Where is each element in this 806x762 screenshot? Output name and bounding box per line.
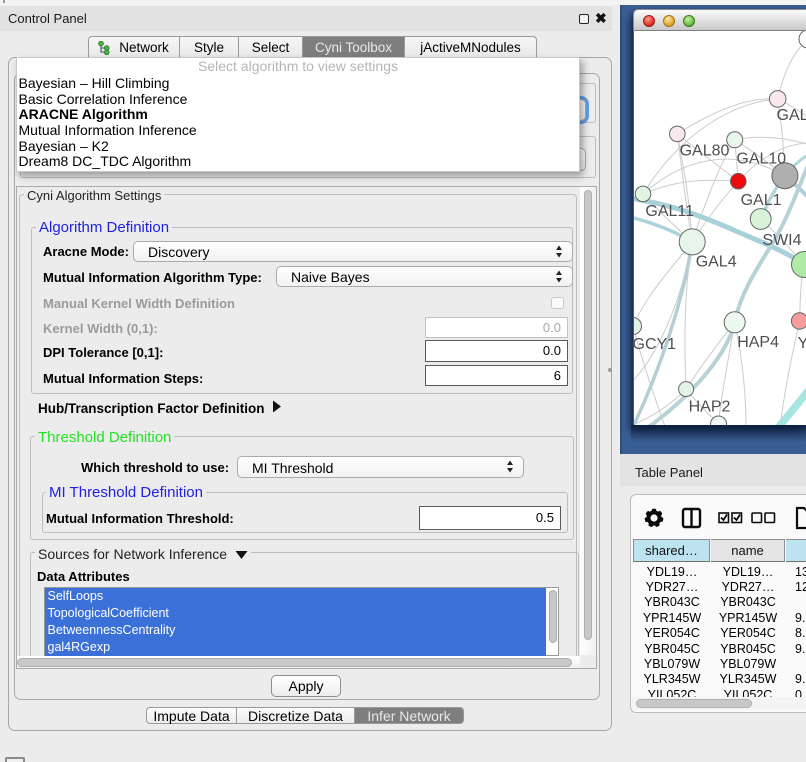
svg-text:GAL10: GAL10 [736, 151, 786, 168]
svg-text:HAP2: HAP2 [689, 398, 731, 415]
svg-text:GAL1: GAL1 [741, 192, 782, 209]
svg-text:HAP4: HAP4 [737, 334, 779, 351]
svg-text:GCY1: GCY1 [634, 336, 676, 353]
svg-text:GAL7: GAL7 [777, 107, 806, 124]
svg-text:GAL11: GAL11 [645, 203, 694, 220]
svg-text:GAL4: GAL4 [696, 254, 737, 271]
svg-text:SWI4: SWI4 [762, 232, 801, 249]
svg-text:GAL80: GAL80 [680, 143, 730, 160]
svg-text:YJ: YJ [798, 335, 806, 352]
